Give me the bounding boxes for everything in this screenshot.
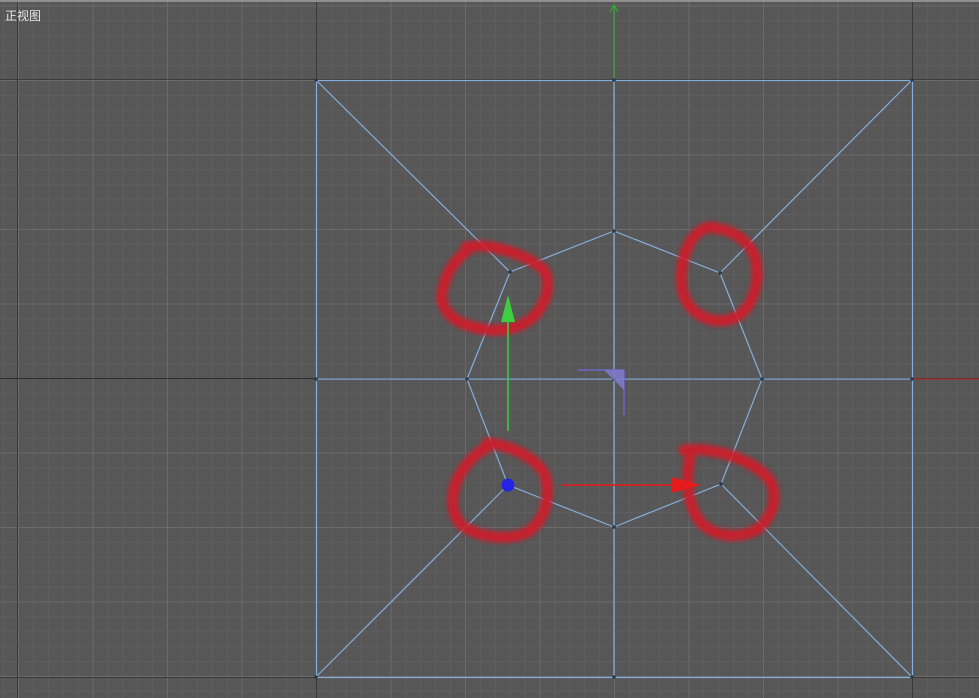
y-axis-indicator xyxy=(609,3,619,78)
circle-lower-left xyxy=(447,437,553,543)
world-axes xyxy=(0,2,979,698)
viewport-grid xyxy=(0,2,979,698)
gizmo-center-handle xyxy=(501,478,515,492)
circle-upper-left xyxy=(436,240,553,336)
red-annotation-circles xyxy=(436,221,780,543)
gizmo-y-arrow xyxy=(501,295,515,322)
front-viewport[interactable]: 正视图 xyxy=(0,0,979,698)
viewport-label[interactable]: 正视图 xyxy=(5,9,41,23)
viewport-canvas[interactable] xyxy=(0,2,979,698)
